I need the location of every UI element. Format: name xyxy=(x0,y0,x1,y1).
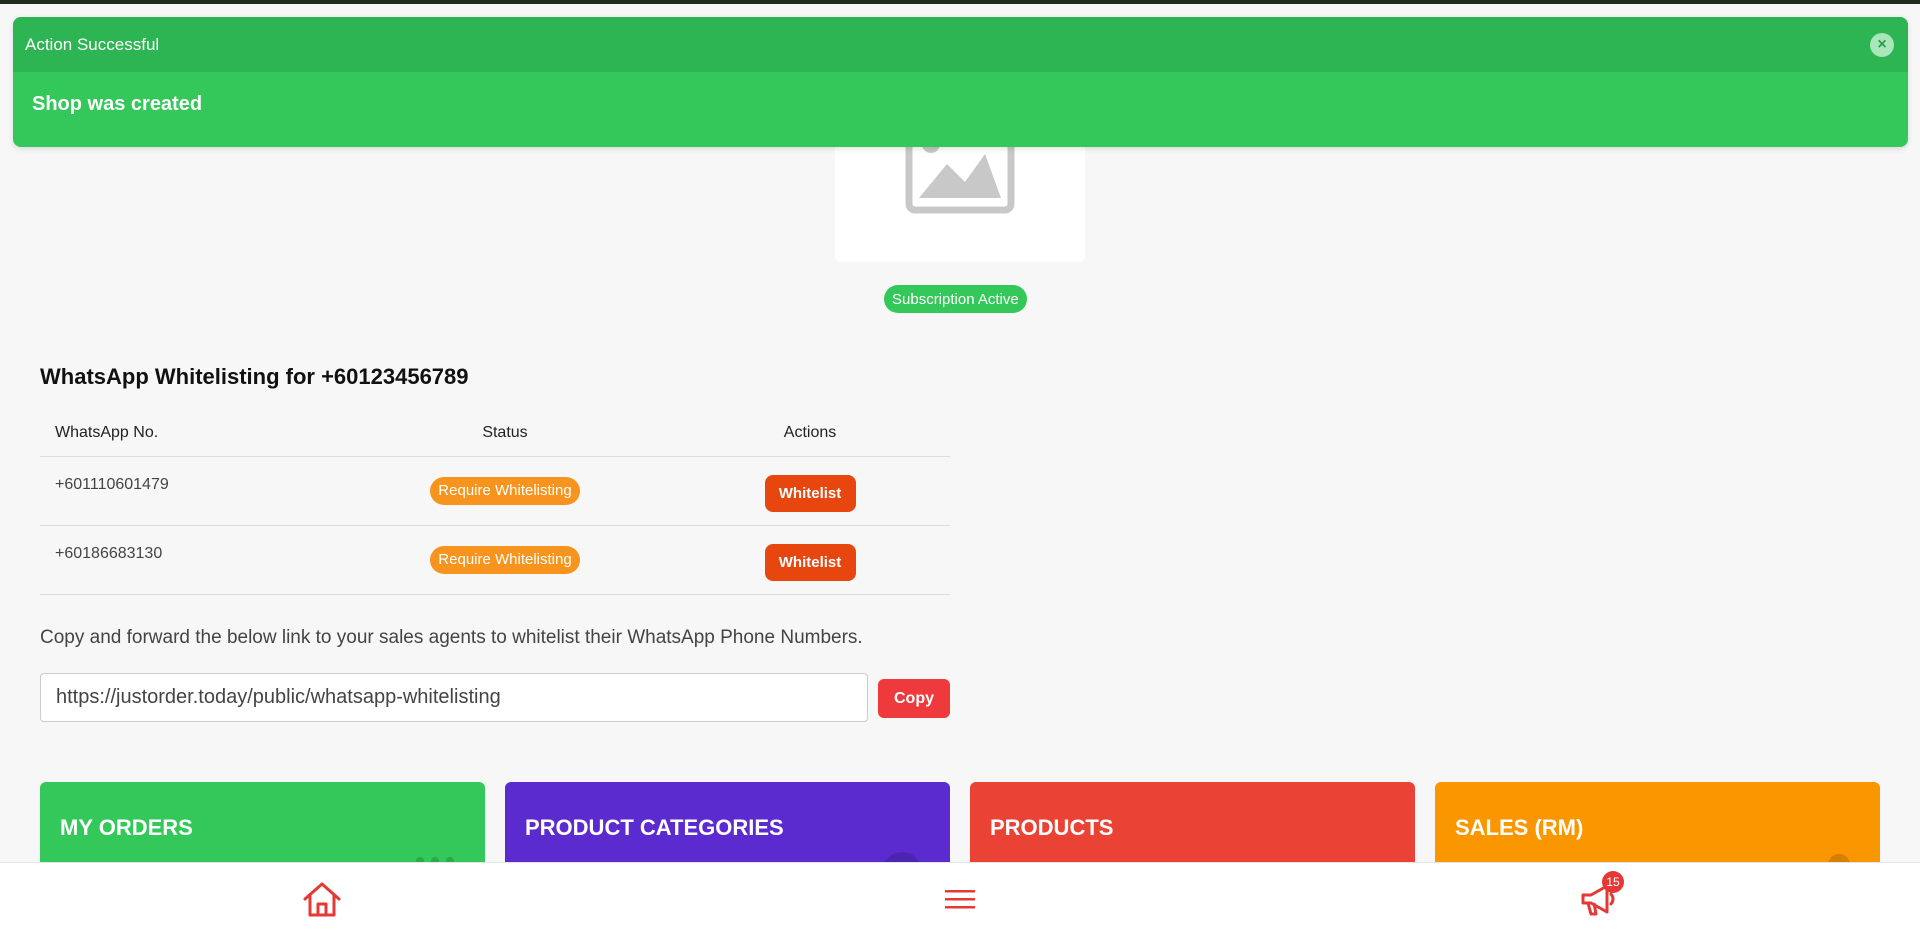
subscription-status-badge: Subscription Active xyxy=(884,285,1027,313)
status-badge: Require Whitelisting xyxy=(430,476,580,505)
toast-title: Action Successful xyxy=(25,34,160,54)
column-header: Status xyxy=(340,410,670,457)
card-label: PRODUCTS xyxy=(990,815,1114,840)
card-products[interactable]: PRODUCTS xyxy=(970,782,1415,862)
card-label: SALES (RM) xyxy=(1455,815,1584,840)
menu-icon[interactable] xyxy=(938,879,982,919)
card-product-categories[interactable]: PRODUCT CATEGORIES xyxy=(505,782,950,862)
home-icon[interactable] xyxy=(300,879,344,919)
column-header: WhatsApp No. xyxy=(40,410,340,457)
card-label: PRODUCT CATEGORIES xyxy=(525,815,784,840)
whitelist-button[interactable]: Whitelist xyxy=(764,544,856,581)
table-row: +60186683130 Require Whitelisting Whitel… xyxy=(40,525,950,595)
table-row: +601110601479 Require Whitelisting White… xyxy=(40,456,950,526)
status-badge: Require Whitelisting xyxy=(430,545,580,574)
whitelist-button[interactable]: Whitelist xyxy=(764,475,856,512)
megaphone-icon[interactable]: 15 xyxy=(1576,871,1624,919)
toast-message: Shop was created xyxy=(32,93,203,115)
card-my-orders[interactable]: MY ORDERS xyxy=(40,782,485,862)
top-strip xyxy=(0,0,1920,4)
share-hint: Copy and forward the below link to your … xyxy=(40,627,863,648)
close-icon[interactable]: × xyxy=(1870,33,1894,57)
whatsapp-number: +60186683130 xyxy=(40,525,340,595)
whitelist-title: WhatsApp Whitelisting for +60123456789 xyxy=(40,364,469,389)
card-decor-icon xyxy=(882,852,922,862)
table-header-row: WhatsApp No. Status Actions xyxy=(40,410,950,457)
card-decor-icon xyxy=(1828,854,1850,862)
card-sales[interactable]: SALES (RM) xyxy=(1435,782,1880,862)
copy-button[interactable]: Copy xyxy=(878,679,950,718)
column-header: Actions xyxy=(670,410,950,457)
whitelist-table: WhatsApp No. Status Actions +60111060147… xyxy=(40,410,950,595)
whatsapp-number: +601110601479 xyxy=(40,456,340,526)
card-label: MY ORDERS xyxy=(60,815,193,840)
bottom-nav: 15 xyxy=(0,862,1920,933)
whitelist-link-input[interactable] xyxy=(40,673,868,722)
notification-count-badge: 15 xyxy=(1602,871,1624,893)
success-toast: Action Successful × Shop was created xyxy=(13,17,1908,147)
toast-header: Action Successful xyxy=(13,17,1908,72)
